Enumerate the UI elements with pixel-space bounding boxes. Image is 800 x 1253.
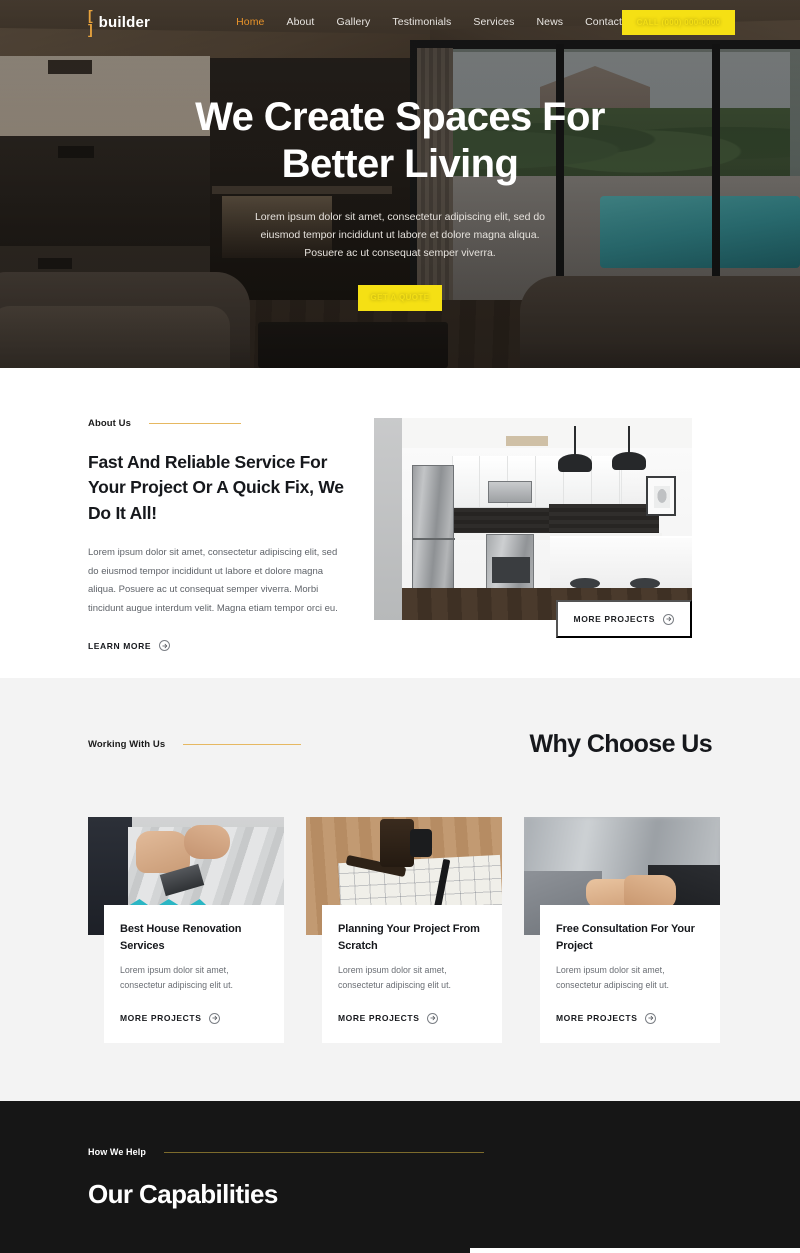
learn-more-button[interactable]: LEARN MORE — [88, 640, 171, 652]
header-call-cta-button[interactable]: CALL (000) 000-0000 — [622, 9, 736, 35]
why-header: Working With Us Why Choose Us — [88, 730, 713, 759]
nav-item-news[interactable]: News — [536, 16, 563, 28]
why-eyebrow-rule — [183, 744, 302, 745]
why-choose-us-section: Working With Us Why Choose Us Best House… — [0, 678, 800, 1102]
about-more-projects-button[interactable]: MORE PROJECTS — [555, 600, 692, 638]
about-eyebrow-row: About Us — [88, 418, 344, 429]
capabilities-section: How We Help Our Capabilities — [0, 1101, 800, 1253]
capabilities-eyebrow: How We Help — [88, 1147, 146, 1158]
card-more-projects-button[interactable]: MORE PROJECTS — [120, 1012, 221, 1024]
about-text-column: About Us Fast And Reliable Service For Y… — [88, 418, 344, 654]
arrow-circle-icon — [209, 1012, 221, 1024]
arrow-circle-icon — [159, 640, 171, 652]
card-more-projects-button[interactable]: MORE PROJECTS — [338, 1012, 439, 1024]
hero-cta-button[interactable]: GET A QUOTE — [358, 284, 442, 311]
brackets-logo-icon: [ ] — [88, 7, 93, 37]
about-eyebrow-rule — [149, 423, 242, 424]
card-title: Free Consultation For Your Project — [556, 923, 695, 952]
nav-item-testimonials[interactable]: Testimonials — [392, 16, 451, 28]
nav-item-gallery[interactable]: Gallery — [336, 16, 370, 28]
about-body-text: Lorem ipsum dolor sit amet, consectetur … — [88, 547, 338, 614]
capabilities-header: How We Help — [88, 1147, 712, 1157]
logo[interactable]: [ ] builder — [88, 8, 150, 36]
card-title: Planning Your Project From Scratch — [338, 923, 480, 952]
capabilities-eyebrow-rule — [163, 1151, 484, 1153]
card-body-text: Lorem ipsum dolor sit amet, consectetur … — [556, 965, 669, 991]
hero-subheading: Lorem ipsum dolor sit amet, consectetur … — [254, 210, 546, 259]
card-body-text: Lorem ipsum dolor sit amet, consectetur … — [338, 965, 451, 991]
nav-links: Home About Gallery Testimonials Services… — [236, 16, 622, 28]
arrow-circle-icon — [427, 1012, 439, 1024]
why-title: Why Choose Us — [529, 730, 713, 758]
card-free-consultation[interactable]: Free Consultation For Your Project Lorem… — [524, 817, 720, 1044]
card-body-text: Lorem ipsum dolor sit amet, consectetur … — [120, 965, 233, 991]
arrow-circle-icon — [663, 613, 674, 625]
card-title: Best House Renovation Services — [120, 923, 242, 952]
main-navigation: [ ] builder Home About Gallery Testimoni… — [0, 0, 800, 44]
hero-content: We Create Spaces For Better Living Lorem… — [0, 44, 800, 311]
about-more-projects-label: MORE PROJECTS — [573, 614, 655, 624]
arrow-circle-icon — [645, 1012, 657, 1024]
why-cards-list: Best House Renovation Services Lorem ips… — [88, 817, 720, 1044]
card-more-projects-label: MORE PROJECTS — [338, 1013, 420, 1024]
about-eyebrow: About Us — [88, 418, 132, 429]
nav-item-services[interactable]: Services — [473, 16, 514, 28]
card-more-projects-button[interactable]: MORE PROJECTS — [556, 1012, 657, 1024]
learn-more-label: LEARN MORE — [88, 640, 152, 651]
nav-item-home[interactable]: Home — [236, 16, 264, 28]
about-image-wrapper: MORE PROJECTS — [374, 418, 692, 638]
hero-section: [ ] builder Home About Gallery Testimoni… — [0, 0, 800, 368]
capabilities-title: Our Capabilities — [88, 1179, 278, 1210]
about-heading: Fast And Reliable Service For Your Proje… — [88, 452, 344, 523]
hero-heading: We Create Spaces For Better Living — [195, 95, 605, 186]
nav-item-about[interactable]: About — [287, 16, 315, 28]
brand-name: builder — [98, 13, 151, 31]
landing-page: [ ] builder Home About Gallery Testimoni… — [0, 0, 800, 1253]
capabilities-panel — [470, 1248, 800, 1253]
card-more-projects-label: MORE PROJECTS — [120, 1013, 202, 1024]
card-renovation-services[interactable]: Best House Renovation Services Lorem ips… — [88, 817, 284, 1044]
why-eyebrow: Working With Us — [88, 739, 166, 750]
nav-item-contact[interactable]: Contact — [585, 16, 622, 28]
card-more-projects-label: MORE PROJECTS — [556, 1013, 638, 1024]
card-project-planning[interactable]: Planning Your Project From Scratch Lorem… — [306, 817, 502, 1044]
logo-mark-text: [ ] — [88, 7, 93, 37]
about-section: About Us Fast And Reliable Service For Y… — [0, 368, 800, 678]
kitchen-photo — [374, 418, 692, 620]
